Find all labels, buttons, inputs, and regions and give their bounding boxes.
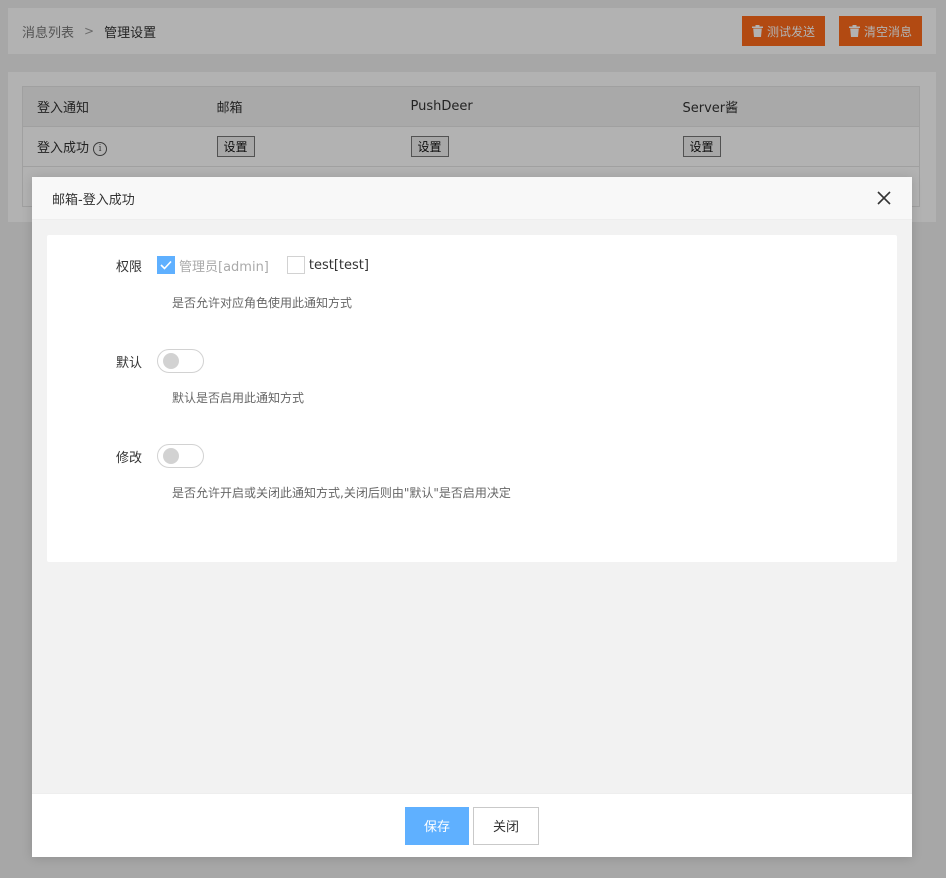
close-button[interactable]: 关闭 (473, 806, 539, 845)
checkbox-test[interactable]: test[test] (286, 256, 369, 274)
settings-modal: 邮箱-登入成功 权限 管理员[admin] test[test] 是否允许对应角 (32, 177, 912, 857)
save-button[interactable]: 保存 (405, 806, 469, 845)
permission-row: 权限 管理员[admin] test[test] (47, 253, 897, 277)
close-icon[interactable] (876, 190, 892, 206)
modify-label: 修改 (115, 450, 142, 466)
modal-footer: 保存 关闭 (32, 793, 912, 857)
checkbox-test-label: test[test] (308, 257, 369, 273)
checkbox-admin[interactable]: 管理员[admin] (157, 256, 269, 275)
toggle-knob (163, 448, 179, 464)
modify-hint: 是否允许开启或关闭此通知方式,关闭后则由"默认"是否启用决定 (172, 486, 511, 500)
checkbox-checked-icon (157, 256, 175, 274)
default-toggle[interactable] (157, 349, 204, 373)
permission-hint: 是否允许对应角色使用此通知方式 (172, 296, 353, 310)
modal-header: 邮箱-登入成功 (32, 177, 912, 220)
default-label: 默认 (115, 355, 142, 371)
toggle-knob (163, 353, 179, 369)
checkbox-unchecked-icon (286, 256, 305, 274)
modal-title: 邮箱-登入成功 (52, 192, 135, 208)
default-hint: 默认是否启用此通知方式 (172, 391, 305, 405)
modify-toggle[interactable] (157, 444, 204, 468)
modal-body: 权限 管理员[admin] test[test] 是否允许对应角色使用此通知方式… (32, 220, 912, 793)
default-row: 默认 (47, 349, 897, 373)
checkbox-admin-label: 管理员[admin] (179, 259, 269, 275)
settings-form: 权限 管理员[admin] test[test] 是否允许对应角色使用此通知方式… (47, 235, 897, 562)
permission-label: 权限 (115, 259, 142, 275)
modify-row: 修改 (47, 444, 897, 468)
